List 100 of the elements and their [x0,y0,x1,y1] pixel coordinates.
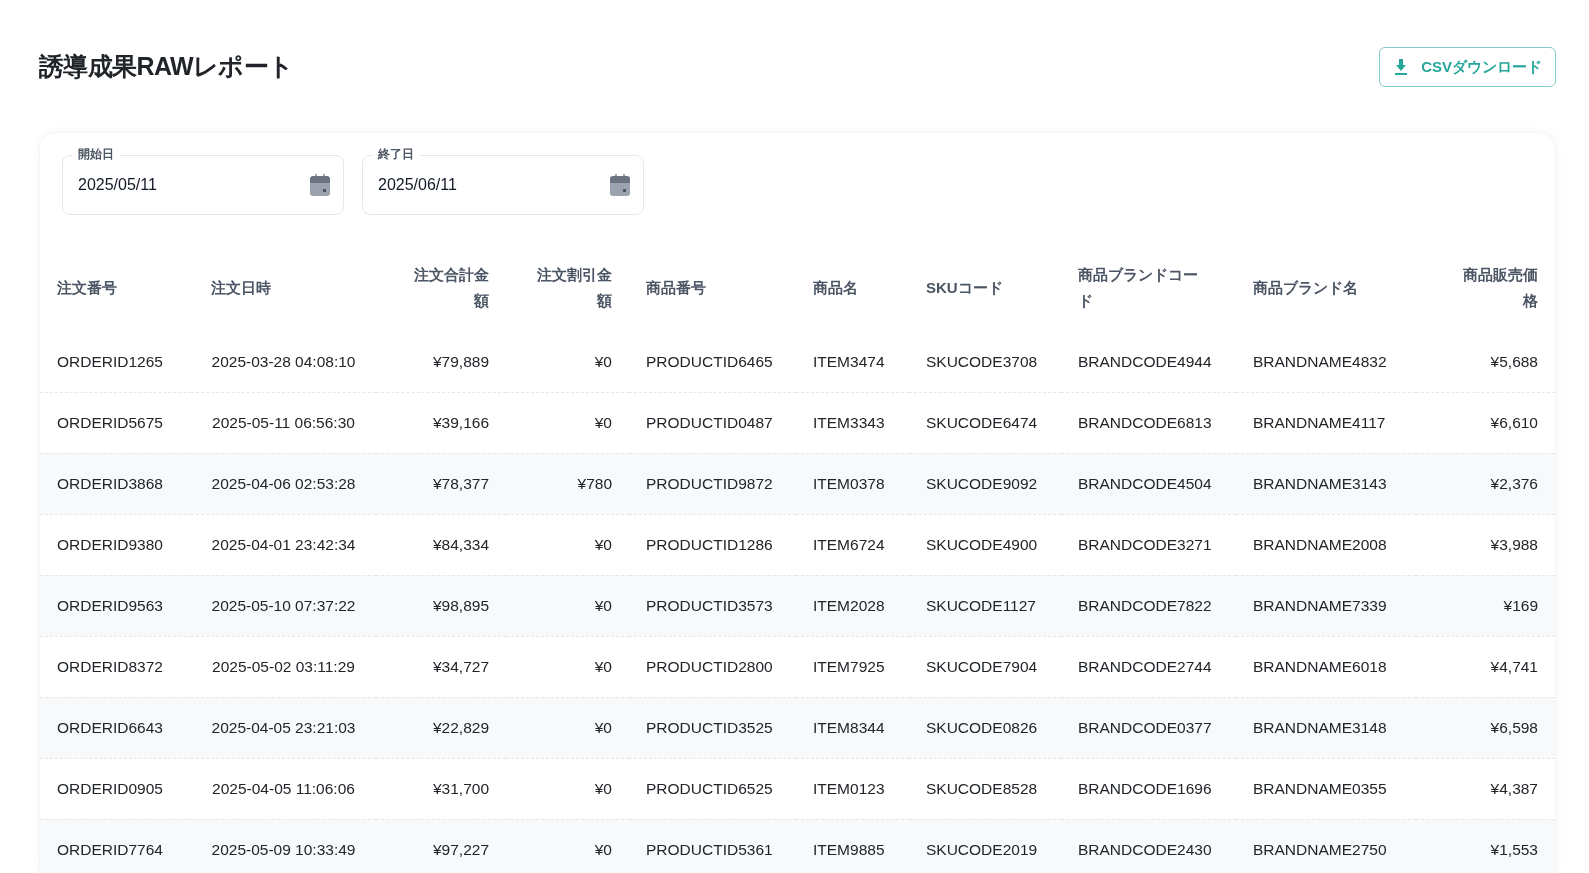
table-cell: SKUCODE0826 [926,718,1038,736]
table-cell: ¥0 [594,535,612,553]
column-header: 商品ブランド名 [1253,278,1358,298]
table-cell: 2025-04-05 23:21:03 [211,718,356,736]
table-cell: ¥5,688 [1490,352,1538,370]
table-cell: ¥98,895 [432,596,489,614]
column-header: 注文日時 [210,278,271,298]
table-cell: ¥34,727 [432,657,489,675]
table-cell: 2025-03-28 04:08:10 [211,352,356,370]
table-cell: ITEM2028 [813,596,885,614]
table-cell: ORDERID0905 [57,779,163,797]
table-cell: 2025-05-11 06:56:30 [212,413,355,431]
table-cell: ORDERID5675 [57,413,163,431]
column-header: SKUコード [926,278,1003,298]
table-cell: BRANDCODE2744 [1078,657,1212,675]
table-cell: SKUCODE7904 [926,657,1038,675]
table-cell: PRODUCTID6465 [646,352,773,370]
column-header: 商品番号 [646,278,706,298]
table-cell: ¥1,553 [1490,840,1538,858]
download-icon [1393,58,1410,76]
table-cell: PRODUCTID3573 [646,596,773,614]
column-header: 商品販売価格 [1462,265,1538,311]
table-cell: ¥0 [594,596,612,614]
table-cell: ¥0 [594,779,612,797]
table-cell: BRANDCODE7822 [1078,596,1212,614]
table-cell: BRANDCODE2430 [1078,840,1212,858]
table-cell: SKUCODE8528 [926,779,1038,797]
table-cell: ITEM0378 [813,474,885,492]
table-cell: 2025-05-09 10:33:49 [211,840,356,858]
column-header: 商品名 [813,278,858,298]
table-cell: PRODUCTID3525 [646,718,773,736]
table-cell: BRANDCODE6813 [1078,413,1212,431]
table-cell: BRANDNAME2750 [1253,840,1387,858]
table-cell: ORDERID6643 [57,718,163,736]
table-cell: BRANDNAME6018 [1253,657,1387,675]
table-cell: ORDERID8372 [57,657,163,675]
date-value: 2025/06/11 [378,175,457,195]
table-cell: SKUCODE6474 [926,413,1038,431]
table-cell: ¥0 [594,352,612,370]
table-cell: SKUCODE1127 [926,596,1036,614]
table-cell: BRANDCODE4504 [1078,474,1212,492]
column-header: 注文割引金額 [536,265,612,311]
table-cell: PRODUCTID2800 [646,657,773,675]
table-cell: ¥31,700 [432,779,489,797]
table-cell: ¥0 [594,657,612,675]
table-cell: ITEM3474 [813,352,885,370]
table-cell: ¥169 [1503,596,1538,614]
field-label: 終了日 [372,145,420,163]
table-cell: PRODUCTID6525 [646,779,773,797]
table-cell: BRANDCODE1696 [1078,779,1212,797]
table-cell: PRODUCTID9872 [646,474,773,492]
table-cell: ¥84,334 [432,535,489,553]
table-cell: PRODUCTID1286 [646,535,773,553]
table-cell: ITEM0123 [813,779,885,797]
table-cell: ORDERID3868 [57,474,163,492]
table-cell: BRANDCODE3271 [1078,535,1212,553]
table-cell: ¥22,829 [432,718,489,736]
table-cell: 2025-05-10 07:37:22 [211,596,356,614]
table-cell: ORDERID9563 [57,596,163,614]
table-cell: BRANDNAME3143 [1253,474,1387,492]
table-cell: SKUCODE2019 [926,840,1038,858]
table-cell: PRODUCTID0487 [646,413,773,431]
table-cell: BRANDNAME0355 [1253,779,1387,797]
table-cell: SKUCODE4900 [926,535,1038,553]
table-cell: ¥3,988 [1490,535,1538,553]
table-cell: ITEM3343 [813,413,885,431]
table-cell: ¥78,377 [432,474,489,492]
table-cell: ¥39,166 [432,413,489,431]
table-cell: ¥6,610 [1490,413,1538,431]
table-cell: ITEM7925 [813,657,885,675]
column-header: 商品ブランドコード [1078,265,1199,311]
column-header: 注文番号 [57,278,117,298]
table-cell: SKUCODE3708 [926,352,1038,370]
table-cell: 2025-05-02 03:11:29 [212,657,355,675]
table-cell: 2025-04-06 02:53:28 [211,474,356,492]
table-cell: ORDERID9380 [57,535,163,553]
table-cell: BRANDNAME4117 [1253,413,1386,431]
table-cell: ¥6,598 [1490,718,1538,736]
table-cell: SKUCODE9092 [926,474,1038,492]
table-cell: 2025-04-01 23:42:34 [211,535,356,553]
table-cell: BRANDNAME3148 [1253,718,1387,736]
table-cell: ¥2,376 [1490,474,1538,492]
table-cell: ¥79,889 [432,352,489,370]
table-cell: ¥97,227 [432,840,489,858]
table-cell: BRANDNAME2008 [1253,535,1387,553]
calendar-icon[interactable] [308,173,332,197]
table-cell: ¥0 [594,718,612,736]
table-cell: ¥0 [594,840,612,858]
table-cell: ¥780 [577,474,612,492]
calendar-icon[interactable] [608,173,632,197]
table-cell: BRANDCODE0377 [1078,718,1212,736]
table-cell: ORDERID1265 [57,352,163,370]
table-cell: 2025-04-05 11:06:06 [212,779,355,797]
table-cell: BRANDNAME4832 [1253,352,1387,370]
table-cell: ORDERID7764 [57,840,163,858]
table-cell: ITEM8344 [813,718,885,736]
table-cell: ITEM9885 [813,840,885,858]
table-cell: ¥0 [594,413,612,431]
date-value: 2025/05/11 [78,175,157,195]
table-cell: PRODUCTID5361 [646,840,773,858]
